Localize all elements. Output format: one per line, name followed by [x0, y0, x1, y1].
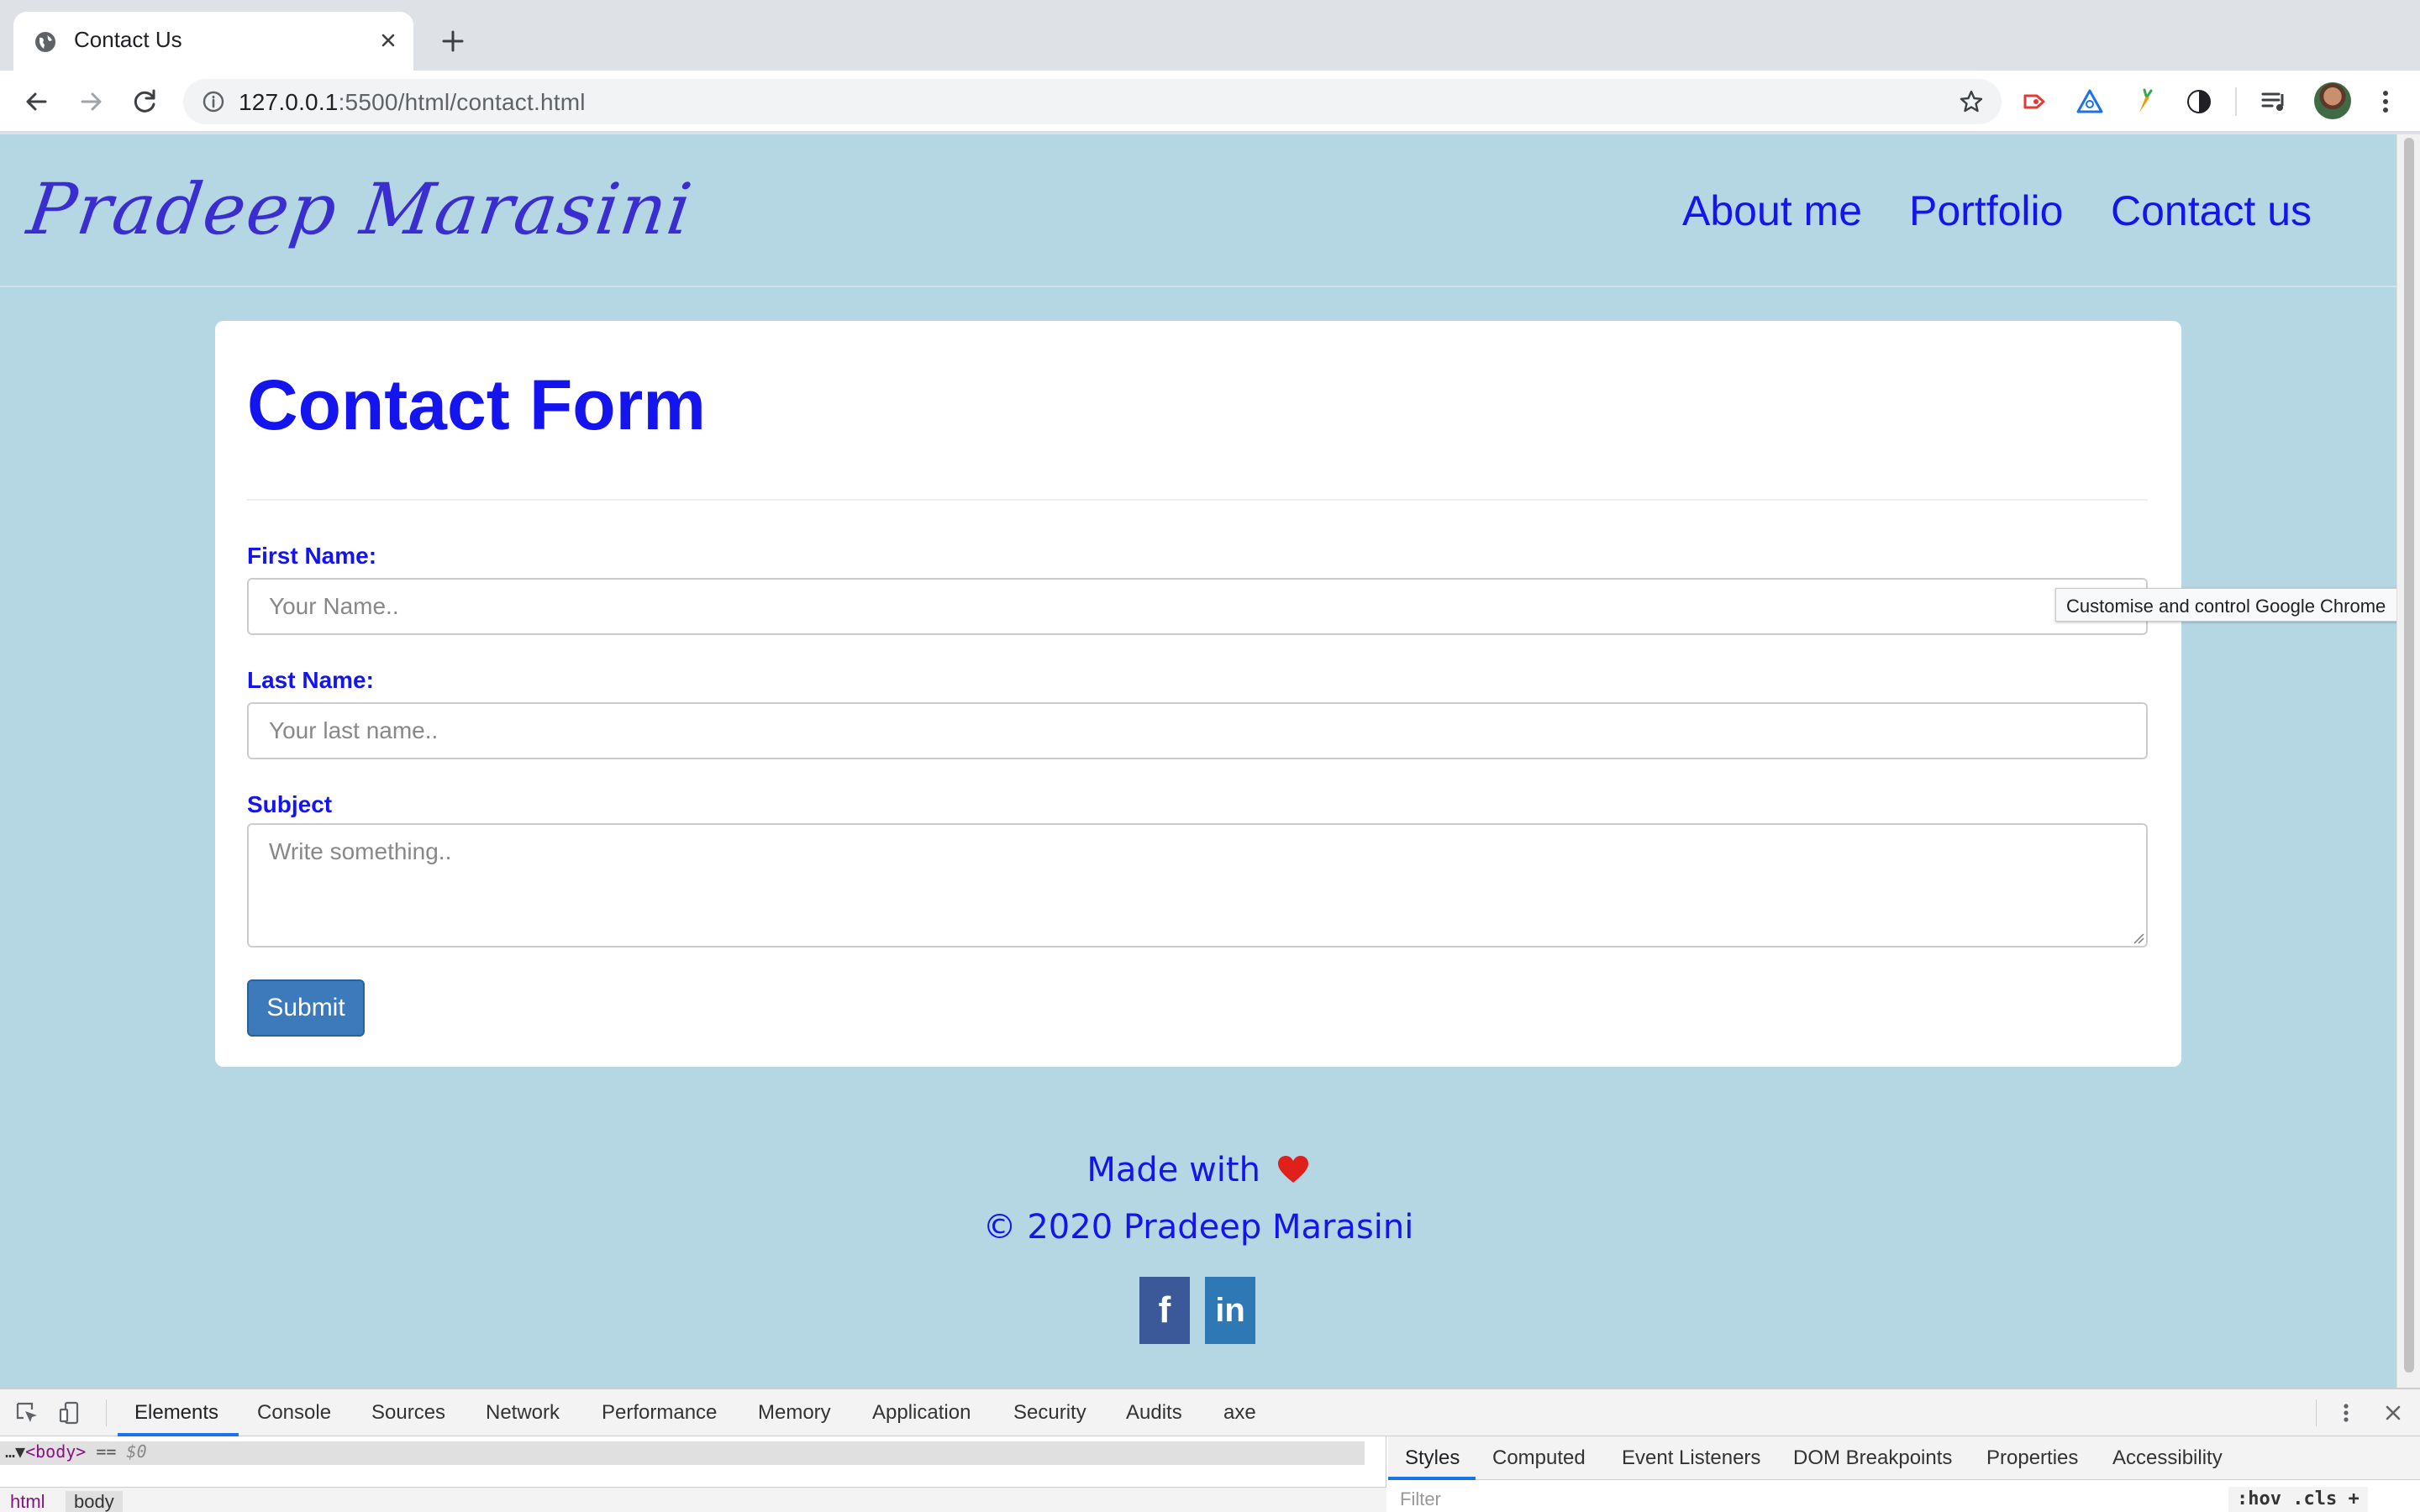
subject-field[interactable] — [247, 823, 2148, 948]
devtools-panel: Elements Console Sources Network Perform… — [0, 1388, 2420, 1512]
url-text: 127.0.0.1:5500/html/contact.html — [239, 89, 586, 115]
scrollbar[interactable] — [2396, 134, 2420, 1388]
nav-link-contact[interactable]: Contact us — [2111, 186, 2312, 235]
elements-dom-tree: …▼<body> == $0 html body — [0, 1436, 1386, 1512]
styles-sidebar: Styles Computed Event Listeners DOM Brea… — [1388, 1436, 2420, 1512]
media-control-icon[interactable] — [2259, 86, 2291, 118]
heart-icon — [1277, 1156, 1308, 1183]
extension-icon[interactable] — [2183, 86, 2215, 118]
footer-copyright: © 2020 Pradeep Marasini — [982, 1208, 1414, 1247]
kebab-menu-icon[interactable] — [2370, 86, 2402, 118]
extension-icon[interactable] — [2074, 86, 2106, 118]
nav-link-about[interactable]: About me — [1682, 186, 1862, 235]
contact-form-card: Contact Form First Name: Last Name: Subj… — [215, 321, 2181, 1067]
sidebar-tabbar: Styles Computed Event Listeners DOM Brea… — [1388, 1436, 2420, 1480]
tab-strip: Contact Us — [0, 0, 2420, 71]
toolbar-divider — [2235, 87, 2237, 116]
forward-icon[interactable] — [76, 86, 108, 118]
breadcrumb-body[interactable]: body — [66, 1491, 123, 1512]
footer-made-with: Made with — [0, 1151, 2396, 1189]
submit-button[interactable]: Submit — [247, 979, 365, 1037]
extension-icon[interactable] — [2020, 86, 2052, 118]
browser-toolbar: 127.0.0.1:5500/html/contact.html — [0, 71, 2420, 133]
breadcrumb: html body — [0, 1487, 1386, 1512]
tab-styles[interactable]: Styles — [1405, 1446, 1460, 1470]
close-icon[interactable] — [2380, 1399, 2407, 1426]
form-title: Contact Form — [247, 365, 706, 444]
browser-tab[interactable]: Contact Us — [13, 12, 413, 71]
toolbar-divider — [2316, 1399, 2317, 1426]
tab-console[interactable]: Console — [257, 1401, 331, 1425]
page-viewport: Pradeep Marasini About me Portfolio Cont… — [0, 134, 2396, 1388]
kebab-menu-icon[interactable] — [2333, 1399, 2360, 1426]
tab-performance[interactable]: Performance — [602, 1401, 717, 1425]
resize-handle-icon[interactable] — [2133, 932, 2144, 944]
tab-axe[interactable]: axe — [1223, 1401, 1256, 1425]
last-name-field[interactable] — [247, 702, 2148, 759]
toolbar-divider — [106, 1399, 107, 1426]
tab-elements[interactable]: Elements — [134, 1401, 218, 1425]
subject-label: Subject — [247, 791, 333, 817]
hov-cls-buttons[interactable]: :hov .cls + — [2228, 1487, 2368, 1512]
tab-sources[interactable]: Sources — [371, 1401, 445, 1425]
tab-computed[interactable]: Computed — [1492, 1446, 1586, 1470]
devtools-tabbar: Elements Console Sources Network Perform… — [0, 1389, 2420, 1436]
plus-icon[interactable] — [437, 25, 469, 57]
scrollbar-thumb[interactable] — [2404, 138, 2414, 1373]
globe-icon — [35, 32, 55, 52]
divider — [247, 499, 2148, 501]
reload-icon[interactable] — [129, 86, 161, 118]
made-with-text: Made with — [1086, 1151, 1260, 1189]
tab-accessibility[interactable]: Accessibility — [2112, 1446, 2223, 1470]
tab-properties[interactable]: Properties — [1986, 1446, 2078, 1470]
nav-link-portfolio[interactable]: Portfolio — [1909, 186, 2063, 235]
first-name-field[interactable] — [247, 578, 2148, 635]
active-tab-indicator — [1388, 1477, 1476, 1480]
tab-dom-breakpoints[interactable]: DOM Breakpoints — [1793, 1446, 1952, 1470]
address-bar[interactable]: 127.0.0.1:5500/html/contact.html — [183, 79, 2002, 124]
tab-application[interactable]: Application — [872, 1401, 971, 1425]
tooltip: Customise and control Google Chrome — [2055, 588, 2396, 622]
styles-filter-input[interactable]: Filter — [1400, 1488, 1441, 1510]
breadcrumb-html[interactable]: html — [10, 1491, 45, 1512]
tab-network[interactable]: Network — [486, 1401, 560, 1425]
star-icon[interactable] — [1958, 88, 1985, 115]
tab-title: Contact Us — [74, 27, 182, 52]
linkedin-icon[interactable]: in — [1205, 1277, 1255, 1344]
tab-security[interactable]: Security — [1013, 1401, 1086, 1425]
site-header: Pradeep Marasini About me Portfolio Cont… — [0, 134, 2396, 287]
close-icon[interactable] — [375, 27, 402, 54]
last-name-label: Last Name: — [247, 667, 374, 693]
dom-node-body[interactable]: …▼<body> == $0 — [0, 1441, 1365, 1465]
tab-audits[interactable]: Audits — [1126, 1401, 1182, 1425]
extension-icon[interactable] — [2128, 86, 2160, 118]
facebook-icon[interactable]: f — [1139, 1277, 1190, 1344]
back-icon[interactable] — [20, 86, 52, 118]
device-toolbar-icon[interactable] — [57, 1399, 84, 1426]
inspect-element-icon[interactable] — [13, 1399, 40, 1426]
tab-event-listeners[interactable]: Event Listeners — [1622, 1446, 1760, 1470]
first-name-label: First Name: — [247, 543, 377, 569]
site-logo[interactable]: Pradeep Marasini — [23, 168, 697, 250]
avatar[interactable] — [2314, 82, 2351, 119]
tab-memory[interactable]: Memory — [758, 1401, 831, 1425]
info-icon[interactable] — [202, 90, 225, 113]
